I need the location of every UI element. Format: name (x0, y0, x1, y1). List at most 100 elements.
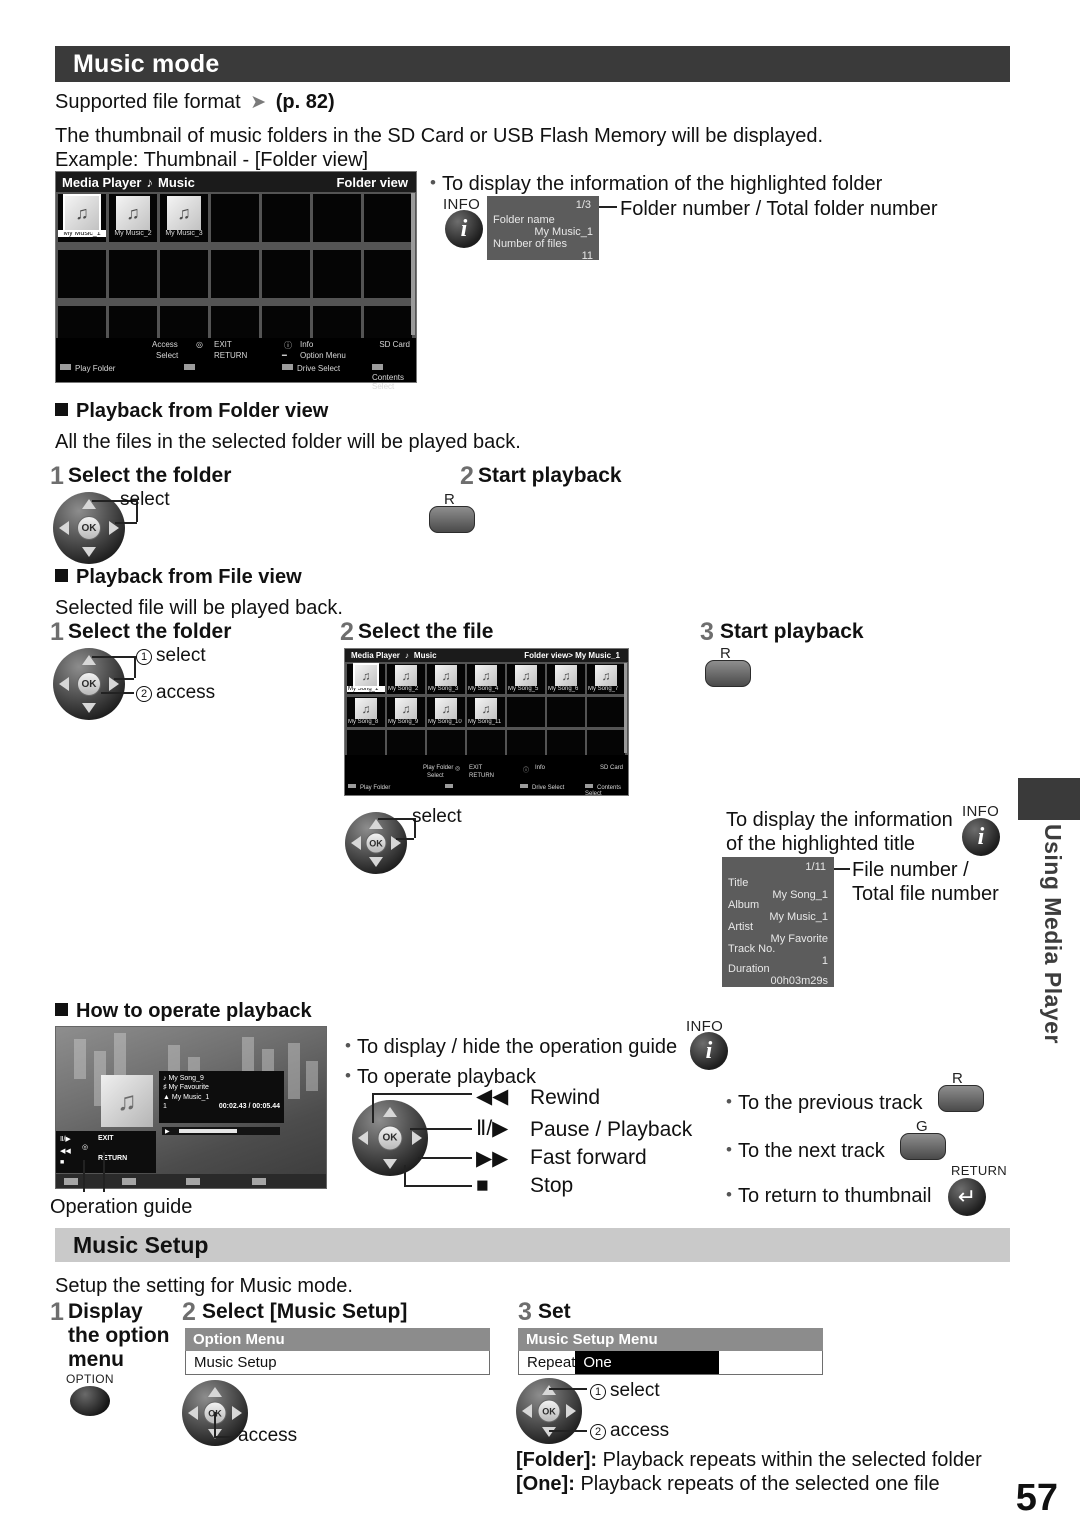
dpad-control[interactable]: OK (352, 1100, 428, 1176)
thumbnail-cell-empty[interactable] (347, 730, 385, 755)
thumbnail-cell[interactable]: ♫ My Music_1 (58, 194, 106, 242)
track-album: My Music_1 (171, 1093, 210, 1101)
dpad-down-icon[interactable] (82, 703, 96, 713)
file-number-callout-1: File number / (852, 859, 969, 881)
option-menu-header: Option Menu (185, 1328, 490, 1351)
progress-bar[interactable]: ▶ (162, 1127, 280, 1135)
ok-button[interactable]: OK (77, 516, 101, 540)
return-icon[interactable]: ↵ (948, 1178, 986, 1216)
info-icon[interactable]: i (962, 818, 1000, 856)
dpad-left-icon[interactable] (351, 836, 361, 850)
thumbnail-cell[interactable]: ♫ My Song_3 (427, 664, 465, 694)
dpad-left-icon[interactable] (522, 1404, 532, 1418)
thumbnail-cell[interactable]: ♫ My Song_8 (347, 697, 385, 727)
dpad-up-icon[interactable] (369, 819, 383, 829)
step-number: 1 (50, 462, 64, 490)
thumbnail-cell[interactable]: ♫ My Song_9 (387, 697, 425, 727)
dpad-left-icon[interactable] (59, 677, 69, 691)
thumbnail-cell-empty[interactable] (547, 730, 585, 755)
ok-button[interactable]: OK (365, 832, 387, 854)
thumbnail-cell[interactable]: ♫ My Music_2 (109, 194, 157, 242)
thumbnail-row (58, 250, 414, 298)
thumbnail-cell-empty[interactable] (313, 250, 361, 298)
thumbnail-cell-empty[interactable] (507, 697, 545, 727)
thumbnail-cell-empty[interactable] (160, 250, 208, 298)
thumbnail-cell-empty[interactable] (587, 697, 625, 727)
operation-guide-bar: Play Folder ◎ EXIT ⓘ Info SD Card Select… (345, 763, 628, 797)
yellow-color-key-icon (186, 1178, 200, 1185)
thumbnail-cell-empty[interactable] (364, 250, 412, 298)
section-title: Music Setup (73, 1231, 209, 1258)
thumbnail-label: My Song_3 (428, 686, 459, 692)
thumbnail-cell[interactable]: ♫ My Song_10 (427, 697, 465, 727)
thumbnail-cell[interactable]: ♫ My Song_2 (387, 664, 425, 694)
dpad-left-icon[interactable] (358, 1131, 368, 1145)
dpad-control[interactable]: OK (53, 648, 125, 720)
ok-button[interactable]: OK (77, 672, 101, 696)
option-menu-row[interactable]: Music Setup (185, 1351, 490, 1375)
info-icon[interactable]: i (690, 1032, 728, 1070)
red-color-key-icon (64, 1178, 78, 1185)
thumbnail-cell[interactable]: ♫ My Song_11 (467, 697, 505, 727)
dpad-right-icon[interactable] (232, 1406, 242, 1420)
thumbnail-cell[interactable]: ♫ My Song_6 (547, 664, 585, 694)
dpad-down-icon[interactable] (82, 547, 96, 557)
dpad-left-icon[interactable] (59, 521, 69, 535)
dpad-down-icon[interactable] (383, 1159, 397, 1169)
red-button[interactable] (429, 506, 475, 533)
thumbnail-cell-empty[interactable] (364, 194, 412, 242)
thumbnail-cell-empty[interactable] (313, 194, 361, 242)
page-number: 57 (1015, 1477, 1058, 1519)
thumbnail-cell[interactable]: ♫ My Song_5 (507, 664, 545, 694)
next-track-button[interactable] (900, 1133, 946, 1160)
song-thumb-icon: ♫ (395, 698, 417, 719)
thumbnail-cell-empty[interactable] (109, 250, 157, 298)
thumbnail-cell-empty[interactable] (387, 730, 425, 755)
setup-menu-row-value[interactable]: One (575, 1351, 719, 1374)
green-color-key-icon (445, 784, 453, 788)
leader-line (378, 818, 414, 820)
thumbnail-cell-empty[interactable] (58, 250, 106, 298)
info-icon[interactable]: i (445, 210, 483, 248)
ok-button[interactable]: OK (377, 1125, 403, 1151)
thumbnail-cell-empty[interactable] (467, 730, 505, 755)
song-thumb-icon: ♫ (475, 698, 497, 719)
manual-page: Music mode Supported file format ➤ (p. 8… (0, 0, 1080, 1532)
dpad-down-icon[interactable] (542, 1427, 556, 1437)
thumbnail-cell-empty[interactable] (262, 250, 310, 298)
setup-menu-row[interactable]: Repeat One (518, 1351, 823, 1375)
option-button[interactable] (70, 1386, 110, 1416)
vertical-scrollbar[interactable] (411, 193, 415, 335)
vertical-scrollbar[interactable] (624, 663, 627, 753)
dpad-up-icon[interactable] (542, 1385, 556, 1395)
ok-button[interactable]: OK (537, 1399, 561, 1423)
thumbnail-cell-empty[interactable] (427, 730, 465, 755)
leader-line (834, 868, 850, 870)
dpad-right-icon[interactable] (412, 1131, 422, 1145)
thumbnail-cell-empty[interactable] (587, 730, 625, 755)
dpad-left-icon[interactable] (188, 1406, 198, 1420)
red-button[interactable] (705, 660, 751, 687)
dpad-up-icon[interactable] (208, 1387, 222, 1397)
thumbnail-cell-empty[interactable] (211, 250, 259, 298)
blue-color-key-icon (585, 784, 593, 788)
dpad-control[interactable]: OK (345, 812, 407, 874)
thumbnail-cell-empty[interactable] (547, 697, 585, 727)
thumbnail-cell-empty[interactable] (211, 194, 259, 242)
thumbnail-cell[interactable]: ♫ My Song_4 (467, 664, 505, 694)
dpad-control[interactable]: OK (53, 492, 125, 564)
thumbnail-cell[interactable]: ♫ My Song_1 (347, 663, 385, 694)
thumbnail-cell[interactable]: ♫ My Song_7 (587, 664, 625, 694)
select-callout: select (120, 489, 170, 510)
dpad-right-icon[interactable] (566, 1404, 576, 1418)
info-key: Duration (728, 963, 770, 975)
thumbnail-cell-empty[interactable] (262, 194, 310, 242)
option-mini-icon: ━ (282, 351, 287, 360)
dpad-down-icon[interactable] (369, 857, 383, 867)
thumbnail-cell[interactable]: ♫ My Music_3 (160, 194, 208, 242)
dpad-up-icon[interactable] (383, 1107, 397, 1117)
previous-track-button[interactable] (938, 1085, 984, 1112)
note-one-text: Playback repeats of the selected one fil… (580, 1473, 940, 1495)
thumbnail-cell-empty[interactable] (507, 730, 545, 755)
guide-exit-label: EXIT (98, 1135, 114, 1142)
